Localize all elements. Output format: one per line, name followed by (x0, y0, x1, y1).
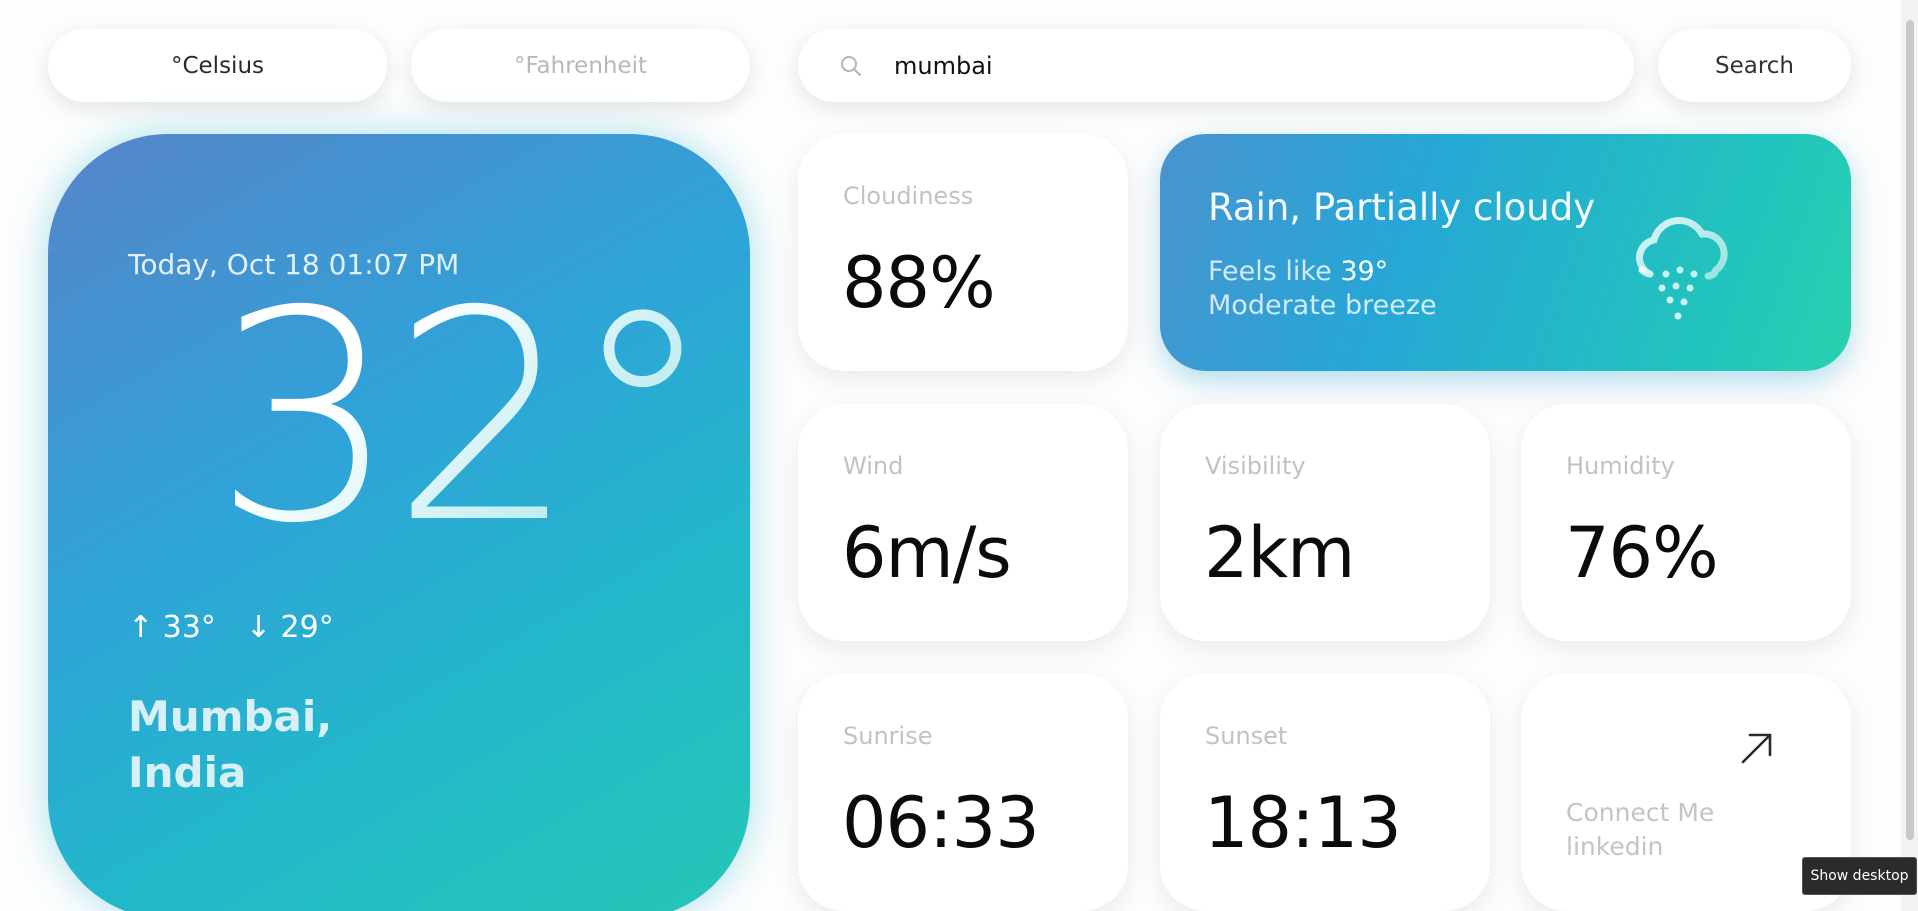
cloudiness-card: Cloudiness 88% (798, 134, 1128, 371)
current-weather-card: Today, Oct 18 01:07 PM 32° ↑ 33° ↓ 29° M… (48, 134, 750, 911)
wind-description: Moderate breeze (1208, 290, 1437, 321)
feels-like: Feels like 39° (1208, 256, 1388, 287)
wind-value: 6m/s (842, 512, 1012, 594)
country-name: India (128, 748, 247, 797)
low-temperature: ↓ 29° (245, 610, 334, 645)
condition-title: Rain, Partially cloudy (1208, 186, 1596, 229)
page-scrollbar[interactable] (1901, 0, 1918, 911)
arrow-up-right-icon (1741, 733, 1772, 764)
temperature-range: ↑ 33° ↓ 29° (128, 610, 334, 645)
visibility-label: Visibility (1205, 452, 1306, 480)
humidity-card: Humidity 76% (1521, 404, 1851, 641)
rain-cloud-icon (1636, 216, 1728, 320)
search-bar[interactable] (798, 29, 1634, 102)
sunset-card: Sunset 18:13 (1160, 674, 1490, 911)
linkedin-label: linkedin (1566, 832, 1664, 861)
connect-label: Connect Me (1566, 798, 1715, 827)
sunrise-label: Sunrise (843, 722, 933, 750)
feels-like-value: 39° (1340, 256, 1389, 287)
cloudiness-value: 88% (842, 242, 996, 324)
show-desktop-tooltip: Show desktop (1802, 857, 1917, 895)
sunrise-value: 06:33 (842, 782, 1040, 864)
humidity-value: 76% (1565, 512, 1719, 594)
location-name: Mumbai, India (128, 689, 332, 801)
humidity-label: Humidity (1566, 452, 1675, 480)
weather-app: °Celsius °Fahrenheit Search Today, Oct 1… (0, 0, 1918, 911)
feels-like-label: Feels like (1208, 256, 1341, 287)
celsius-toggle[interactable]: °Celsius (48, 29, 387, 102)
search-icon (841, 55, 861, 76)
sunset-label: Sunset (1205, 722, 1288, 750)
search-input[interactable] (894, 51, 1594, 80)
visibility-card: Visibility 2km (1160, 404, 1490, 641)
condition-card: Rain, Partially cloudy Feels like 39° Mo… (1160, 134, 1851, 371)
sunset-value: 18:13 (1204, 782, 1402, 864)
visibility-value: 2km (1204, 512, 1355, 594)
fahrenheit-toggle[interactable]: °Fahrenheit (411, 29, 750, 102)
cloudiness-label: Cloudiness (843, 182, 974, 210)
high-temperature: ↑ 33° (128, 610, 216, 645)
search-button[interactable]: Search (1658, 29, 1851, 102)
city-name: Mumbai, (128, 692, 333, 741)
scrollbar-thumb[interactable] (1906, 20, 1914, 840)
sunrise-card: Sunrise 06:33 (798, 674, 1128, 911)
current-temperature: 32° (213, 250, 715, 587)
wind-label: Wind (843, 452, 904, 480)
wind-card: Wind 6m/s (798, 404, 1128, 641)
